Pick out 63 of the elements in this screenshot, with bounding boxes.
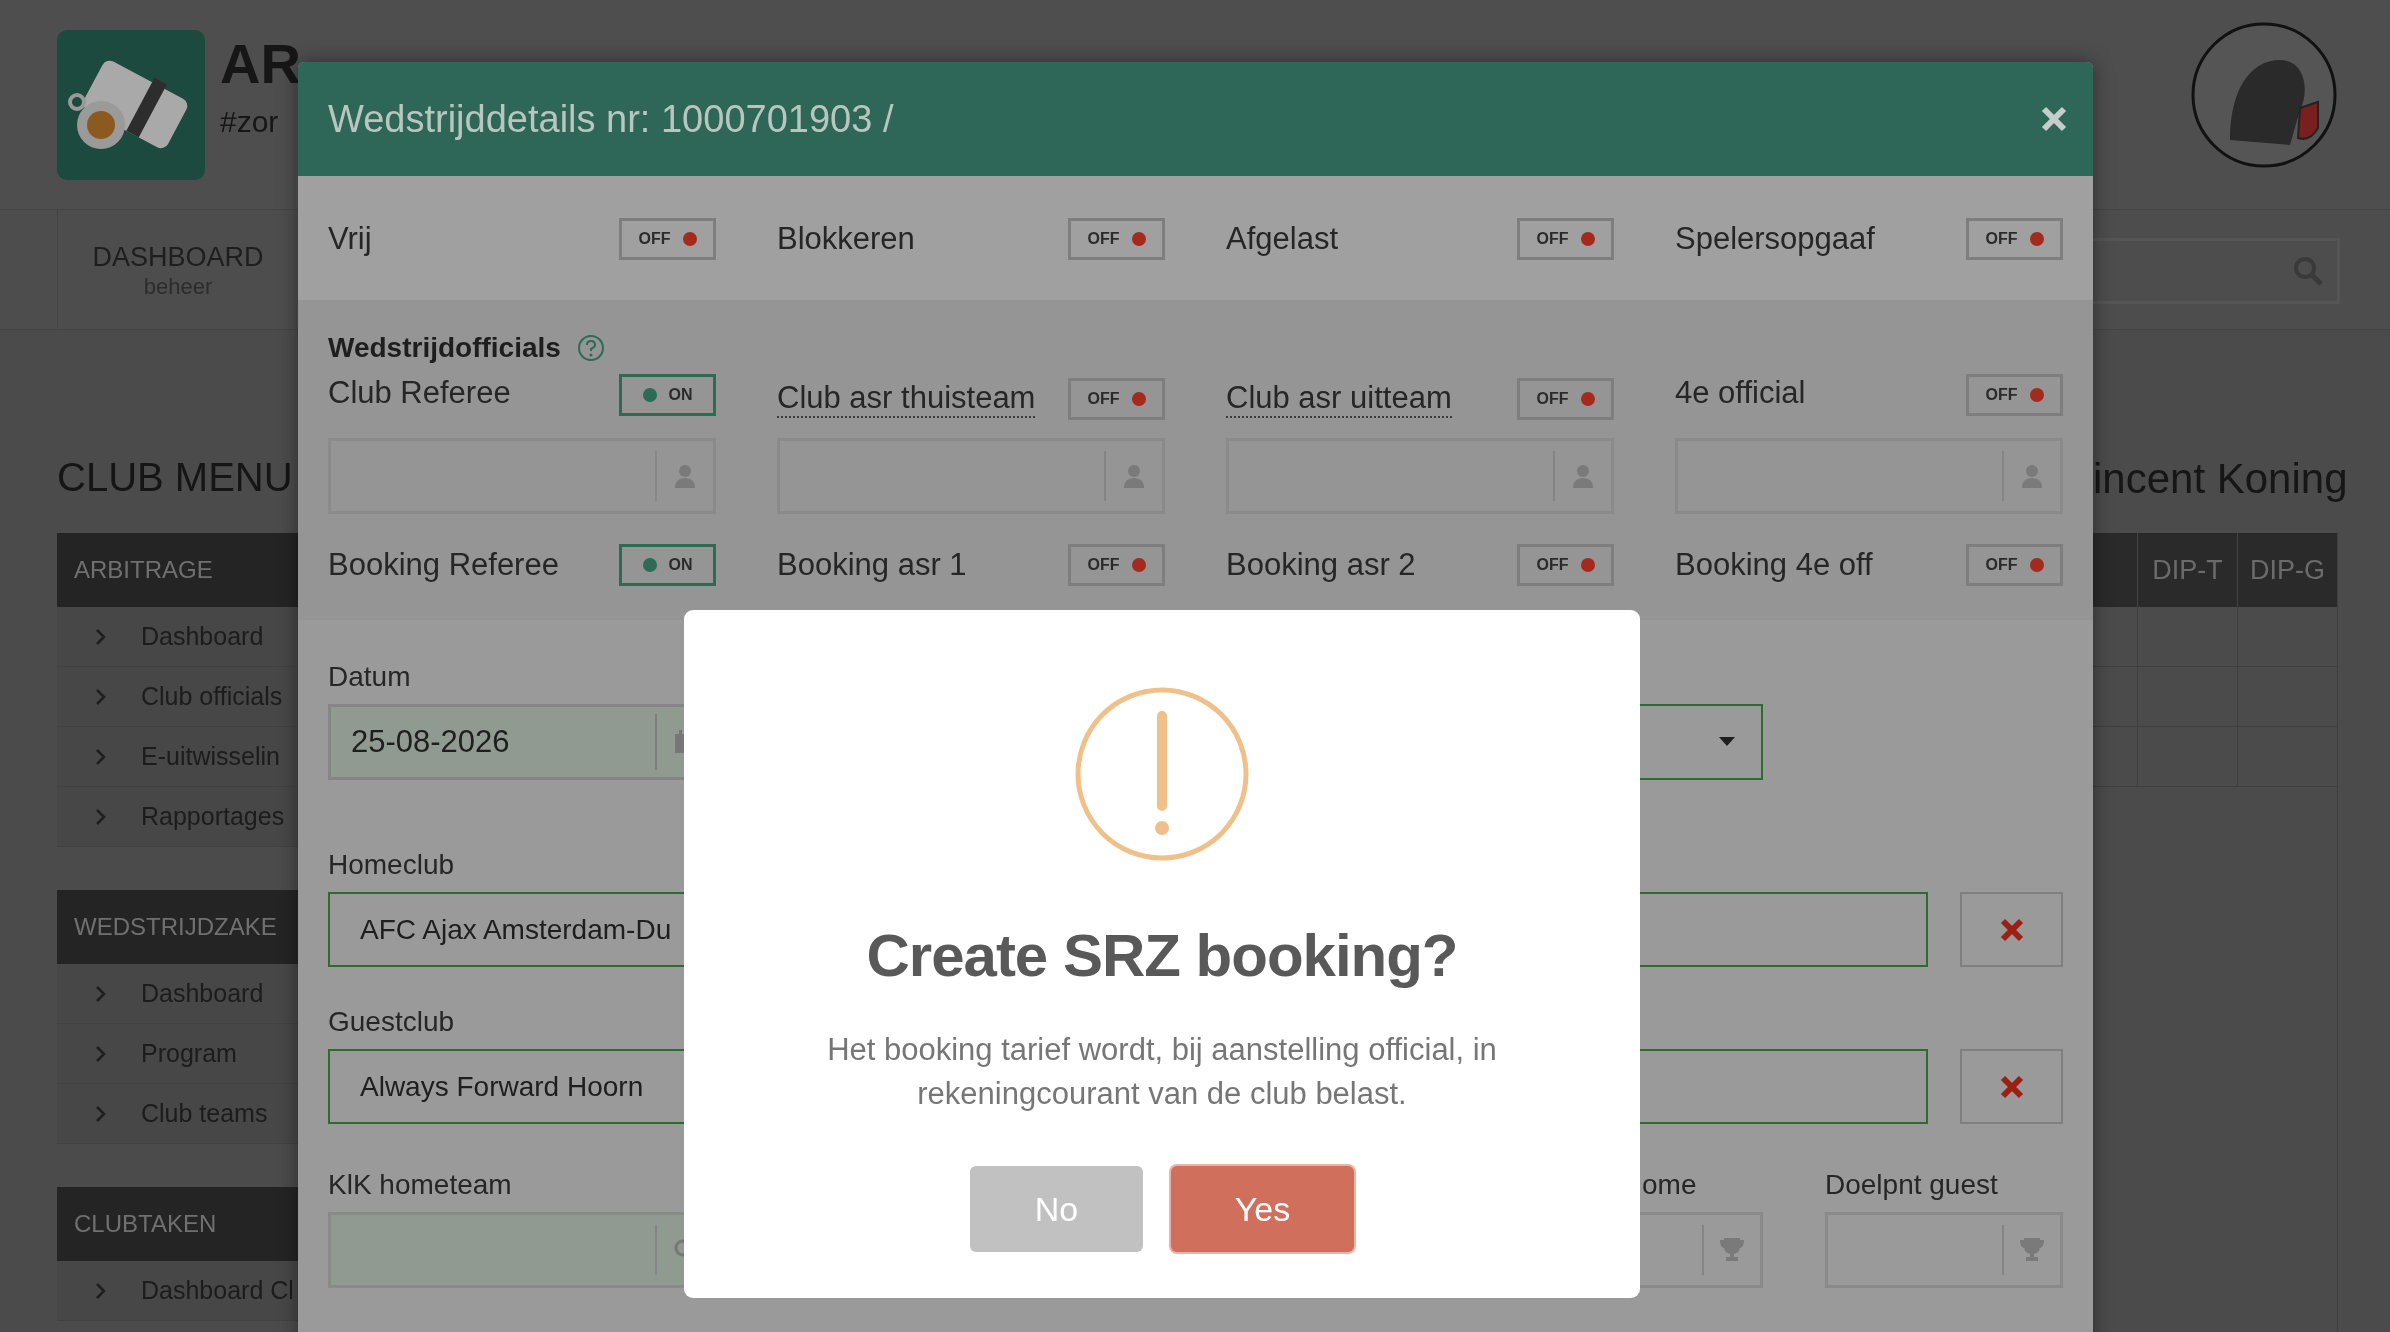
trophy-icon bbox=[2019, 1238, 2045, 1262]
toggle-switch[interactable]: OFF bbox=[1517, 218, 1614, 260]
chevron-icon bbox=[95, 1104, 107, 1123]
toggle-switch[interactable]: OFF bbox=[1517, 544, 1614, 586]
chevron-icon bbox=[95, 627, 107, 646]
role-label: Club asr thuisteam bbox=[777, 380, 1036, 418]
person-icon bbox=[1123, 464, 1145, 488]
toggle-switch[interactable]: OFF bbox=[1966, 374, 2063, 416]
caret-icon bbox=[1719, 737, 1735, 747]
person-icon bbox=[1572, 464, 1594, 488]
toggle-switch[interactable]: OFF bbox=[1966, 218, 2063, 260]
warning-icon bbox=[1074, 686, 1250, 862]
clear-button[interactable] bbox=[1960, 892, 2063, 967]
chevron-icon bbox=[95, 984, 107, 1003]
chevron-icon bbox=[95, 747, 107, 766]
close-icon bbox=[2040, 105, 2068, 133]
app-title: AR bbox=[220, 32, 301, 96]
clear-button[interactable] bbox=[1960, 1049, 2063, 1124]
flag-label: Afgelast bbox=[1226, 219, 1338, 258]
dialog-title: Create SRZ booking? bbox=[866, 921, 1458, 991]
toggle-switch[interactable]: OFF bbox=[1068, 544, 1165, 586]
role-label: 4e official bbox=[1675, 375, 1806, 411]
flag-label: Spelersopgaaf bbox=[1675, 219, 1875, 258]
close-icon bbox=[1999, 1074, 2024, 1099]
field-label: Homeclub bbox=[328, 848, 456, 880]
modal-title: Wedstrijddetails nr: 1000701903 / bbox=[328, 96, 894, 142]
field-label: Doelpnt guest bbox=[1825, 1168, 1999, 1200]
help-icon[interactable] bbox=[576, 334, 605, 362]
toggle-switch[interactable]: OFF bbox=[1517, 378, 1614, 420]
booking-label: Booking 4e off bbox=[1675, 545, 1873, 584]
app-tagline: #zor bbox=[220, 104, 279, 140]
trophy-icon bbox=[1719, 1238, 1745, 1262]
input-field[interactable] bbox=[1675, 438, 2063, 514]
dialog-message: Het booking tarief wordt, bij aanstelling official, in rekeningcourant van de club belast. bbox=[826, 1031, 1498, 1113]
input-field[interactable] bbox=[1226, 438, 1614, 514]
booking-label: Booking asr 2 bbox=[1226, 545, 1416, 584]
booking-label: Booking asr 1 bbox=[777, 545, 967, 584]
field-label: ome bbox=[1641, 1168, 1698, 1200]
flag-label: Vrij bbox=[328, 219, 372, 258]
toggle-switch[interactable]: ON bbox=[619, 544, 716, 586]
input-field[interactable] bbox=[777, 438, 1165, 514]
close-icon bbox=[1999, 917, 2024, 942]
column-header: DIP-G bbox=[2237, 533, 2337, 607]
toggle-switch[interactable]: OFF bbox=[1068, 218, 1165, 260]
toggle-switch[interactable]: ON bbox=[619, 374, 716, 416]
toggle-switch[interactable]: OFF bbox=[1068, 378, 1165, 420]
flag-label: Blokkeren bbox=[777, 219, 915, 258]
section-title: Wedstrijdofficials bbox=[328, 331, 561, 365]
role-label: Club asr uitteam bbox=[1226, 380, 1452, 418]
cancel-button[interactable]: No bbox=[970, 1166, 1143, 1252]
toggle-switch[interactable]: OFF bbox=[619, 218, 716, 260]
toggle-switch[interactable]: OFF bbox=[1966, 544, 2063, 586]
person-icon bbox=[674, 464, 696, 488]
role-label: Club Referee bbox=[328, 375, 511, 411]
chevron-icon bbox=[95, 1044, 107, 1063]
input-field[interactable] bbox=[328, 438, 716, 514]
chevron-icon bbox=[95, 1281, 107, 1300]
input-field[interactable] bbox=[1825, 1212, 2063, 1288]
column-header: DIP-T bbox=[2137, 533, 2237, 607]
confirm-button[interactable]: Yes bbox=[1171, 1166, 1354, 1252]
chevron-icon bbox=[95, 687, 107, 706]
person-icon bbox=[2021, 464, 2043, 488]
chevron-icon bbox=[95, 807, 107, 826]
